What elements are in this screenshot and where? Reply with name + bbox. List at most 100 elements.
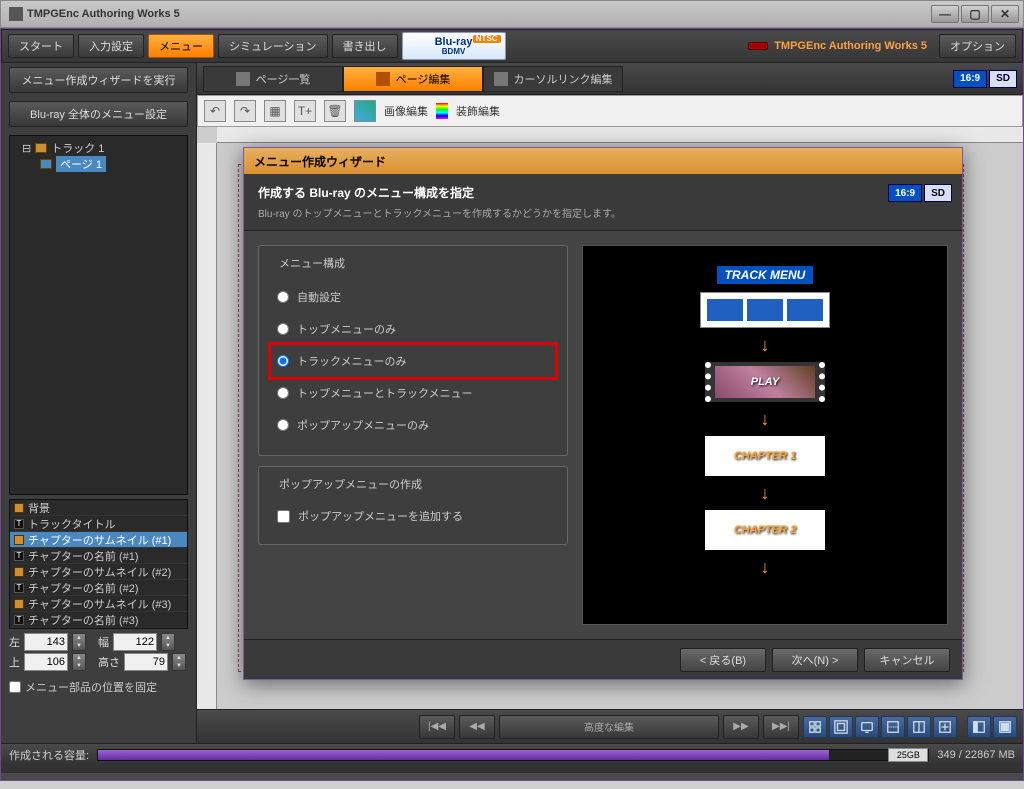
popup-group: ポップアップメニューの作成 ポップアップメニューを追加する	[258, 466, 568, 545]
layer-label: チャプターのサムネイル (#4)	[28, 628, 171, 630]
close-button[interactable]: ✕	[991, 5, 1019, 23]
safe-zone-button[interactable]	[829, 716, 853, 738]
width-input[interactable]	[113, 633, 157, 651]
layer-row[interactable]: チャプターのサムネイル (#2)	[10, 564, 187, 580]
image-edit-label[interactable]: 画像編集	[384, 103, 428, 119]
radio-track-only[interactable]: トラックメニューのみ	[271, 345, 555, 377]
tv-preview-button[interactable]	[855, 716, 879, 738]
layer-row[interactable]: Tトラックタイトル	[10, 516, 187, 532]
radio-top-and-track[interactable]: トップメニューとトラックメニュー	[271, 377, 555, 409]
top-spinner[interactable]: ▲▼	[72, 653, 86, 671]
format-label: Blu-ray	[435, 37, 473, 48]
add-image-button[interactable]: ▦	[264, 100, 286, 122]
next-frame-button[interactable]: ▶▶	[723, 715, 759, 739]
layer-row[interactable]: 背景	[10, 500, 187, 516]
text-icon: T	[14, 615, 24, 625]
nav-menu[interactable]: メニュー	[148, 34, 214, 58]
options-button[interactable]: オプション	[939, 34, 1016, 58]
page-tree[interactable]: ⊟ トラック 1 ページ 1	[9, 135, 188, 495]
status-bar: 作成される容量: 25GB 349 / 22867 MB	[1, 743, 1023, 765]
prev-frame-button[interactable]: ◀◀	[459, 715, 495, 739]
radio-top-only[interactable]: トップメニューのみ	[271, 313, 555, 345]
layer-label: チャプターのサムネイル (#3)	[28, 596, 171, 612]
folder-icon	[35, 143, 47, 153]
format-indicator[interactable]: Blu-ray NTSC BDMV	[402, 32, 506, 60]
nav-output[interactable]: 書き出し	[332, 34, 398, 58]
prev-chapter-button[interactable]: |◀◀	[419, 715, 455, 739]
cursor-icon	[494, 72, 508, 86]
preview-chapter1: CHAPTER 1	[705, 436, 825, 476]
tab-page-edit[interactable]: ページ編集	[343, 66, 483, 92]
layer-row[interactable]: チャプターのサムネイル (#3)	[10, 596, 187, 612]
layer-row[interactable]: Tチャプターの名前 (#1)	[10, 548, 187, 564]
advanced-edit-button[interactable]: 高度な編集	[499, 715, 719, 739]
nav-start[interactable]: スタート	[8, 34, 74, 58]
position-panel: 左 ▲▼ 幅 ▲▼ 上 ▲▼ 高さ ▲▼	[9, 633, 188, 673]
run-wizard-button[interactable]: メニュー作成ウィザードを実行	[9, 67, 188, 93]
capacity-fill	[98, 750, 829, 760]
radio-auto[interactable]: 自動設定	[271, 281, 555, 313]
wizard-back-button[interactable]: < 戻る(B)	[680, 648, 766, 672]
tree-page-node[interactable]: ページ 1	[14, 156, 183, 172]
layer-row[interactable]: チャプターのサムネイル (#1)	[10, 532, 187, 548]
global-menu-button[interactable]: Blu-ray 全体のメニュー設定	[9, 101, 188, 127]
add-text-button[interactable]: T+	[294, 100, 316, 122]
wizard-footer: < 戻る(B) 次へ(N) > キャンセル	[244, 639, 962, 679]
arrow-icon: ↓	[761, 336, 770, 354]
playback-controls: |◀◀ ◀◀ 高度な編集 ▶▶ ▶▶|	[197, 709, 1023, 743]
zoom-button[interactable]	[933, 716, 957, 738]
guides-button[interactable]	[881, 716, 905, 738]
canvas-area[interactable]: メニュー作成ウィザード 作成する Blu-ray のメニュー構成を指定 Blu-…	[197, 127, 1023, 709]
width-spinner[interactable]: ▲▼	[161, 633, 175, 651]
decoration-label[interactable]: 装飾編集	[456, 103, 500, 119]
height-input[interactable]	[124, 653, 168, 671]
wizard-next-button[interactable]: 次へ(N) >	[772, 648, 858, 672]
add-popup-check[interactable]: ポップアップメニューを追加する	[271, 502, 555, 530]
left-spinner[interactable]: ▲▼	[72, 633, 86, 651]
list-icon	[236, 72, 250, 86]
lock-position-check[interactable]: メニュー部品の位置を固定	[9, 679, 188, 695]
app-icon	[9, 7, 23, 21]
layer-list[interactable]: 背景Tトラックタイトルチャプターのサムネイル (#1)Tチャプターの名前 (#1…	[9, 499, 188, 629]
layer-label: チャプターの名前 (#1)	[28, 548, 139, 564]
layer-row[interactable]: Tチャプターの名前 (#3)	[10, 612, 187, 628]
layer-label: チャプターのサムネイル (#1)	[28, 532, 171, 548]
ntsc-badge: NTSC	[473, 35, 501, 43]
nav-simulation[interactable]: シミュレーション	[218, 34, 328, 58]
layout-b-button[interactable]	[993, 716, 1017, 738]
brand-label: TMPGEnc Authoring Works 5	[510, 40, 935, 52]
top-input[interactable]	[24, 653, 68, 671]
status-size: 349 / 22867 MB	[937, 749, 1015, 761]
preview-trackmenu-label: TRACK MENU	[717, 266, 814, 284]
wizard-subtitle: Blu-ray のトップメニューとトラックメニューを作成するかどうかを指定します…	[258, 205, 948, 220]
redo-button[interactable]: ↷	[234, 100, 256, 122]
layer-label: トラックタイトル	[28, 516, 116, 532]
capacity-mark: 25GB	[888, 748, 928, 762]
radio-popup-only[interactable]: ポップアップメニューのみ	[271, 409, 555, 441]
maximize-button[interactable]: ▢	[961, 5, 989, 23]
grid-view-button[interactable]	[803, 716, 827, 738]
split-view-button[interactable]	[907, 716, 931, 738]
left-panel: メニュー作成ウィザードを実行 Blu-ray 全体のメニュー設定 ⊟ トラック …	[1, 63, 197, 743]
nav-input[interactable]: 入力設定	[78, 34, 144, 58]
layer-row[interactable]: チャプターのサムネイル (#4)	[10, 628, 187, 629]
wizard-cancel-button[interactable]: キャンセル	[864, 648, 950, 672]
next-chapter-button[interactable]: ▶▶|	[763, 715, 799, 739]
tab-page-list[interactable]: ページ一覧	[203, 66, 343, 92]
aspect-badge: 16:9SD	[953, 70, 1017, 88]
titlebar: TMPGEnc Authoring Works 5 — ▢ ✕	[0, 0, 1024, 28]
edit-toolbar: ↶ ↷ ▦ T+ 🗑 画像編集 装飾編集	[197, 95, 1023, 127]
delete-button[interactable]: 🗑	[324, 100, 346, 122]
layout-a-button[interactable]	[967, 716, 991, 738]
capacity-bar: 25GB	[97, 749, 929, 761]
layer-row[interactable]: Tチャプターの名前 (#2)	[10, 580, 187, 596]
undo-button[interactable]: ↶	[204, 100, 226, 122]
arrow-icon: ↓	[761, 410, 770, 428]
window-title: TMPGEnc Authoring Works 5	[5, 7, 931, 21]
tree-track-node[interactable]: ⊟ トラック 1	[14, 140, 183, 156]
menu-wizard-dialog: メニュー作成ウィザード 作成する Blu-ray のメニュー構成を指定 Blu-…	[243, 147, 963, 680]
height-spinner[interactable]: ▲▼	[172, 653, 186, 671]
tab-cursor-link[interactable]: カーソルリンク編集	[483, 66, 623, 92]
left-input[interactable]	[24, 633, 68, 651]
minimize-button[interactable]: —	[931, 5, 959, 23]
